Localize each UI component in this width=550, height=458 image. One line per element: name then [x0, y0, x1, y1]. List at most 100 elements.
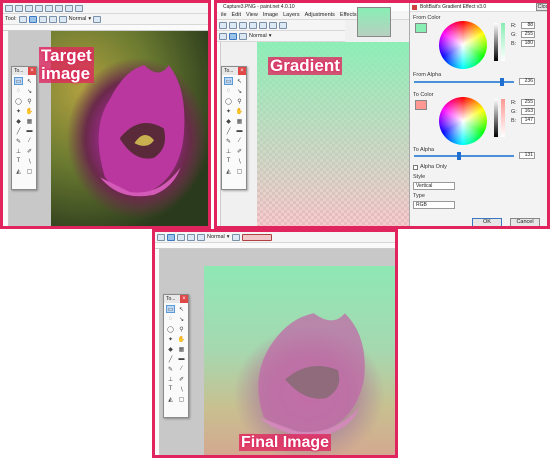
close-icon[interactable]: ×: [28, 67, 36, 75]
clone-stamp-icon[interactable]: ⊥: [14, 147, 23, 155]
eraser-icon[interactable]: ▬: [177, 355, 186, 363]
shapes-icon[interactable]: ◭: [14, 167, 23, 175]
rectangle-select-icon[interactable]: ▭: [224, 77, 233, 85]
clone-stamp-icon[interactable]: ⊥: [166, 375, 175, 383]
paste-icon[interactable]: [55, 4, 63, 12]
tools-window[interactable]: To... × ▭ ↖ ◌ ↘ ◯ ⚲ ✦ ✋ ◆ ▦ ╱ ▬ ✎ ⁄ ⊥ ✐ T…: [11, 66, 37, 190]
ellipse-select-icon[interactable]: ◯: [224, 97, 233, 105]
copy-icon[interactable]: [259, 21, 267, 29]
selection-subtract-icon[interactable]: [48, 15, 57, 23]
chevron-down-icon[interactable]: ▾: [88, 16, 91, 22]
gradient-icon[interactable]: ▦: [177, 345, 186, 353]
to-b-field[interactable]: 147: [521, 117, 535, 124]
recolor-icon[interactable]: ✐: [177, 375, 186, 383]
pan-icon[interactable]: ✋: [235, 107, 244, 115]
gradient-icon[interactable]: ▦: [235, 117, 244, 125]
close-icon[interactable]: ×: [180, 295, 188, 303]
from-b-field[interactable]: 180: [521, 40, 535, 47]
selection-mode-icon[interactable]: [167, 233, 175, 241]
blend-mode-select[interactable]: Normal: [249, 33, 267, 39]
zoom-icon[interactable]: ⚲: [25, 97, 34, 105]
redo-icon[interactable]: [75, 4, 83, 12]
from-alpha-field[interactable]: 236: [519, 78, 535, 85]
selection-add-icon[interactable]: [239, 32, 247, 40]
antialias-icon[interactable]: [197, 233, 205, 241]
cut-icon[interactable]: [249, 21, 257, 29]
move-icon[interactable]: ↖: [25, 77, 34, 85]
undo-icon[interactable]: [65, 4, 73, 12]
layer-thumb-icon[interactable]: [241, 233, 272, 241]
move-selection-icon[interactable]: ↘: [177, 315, 186, 323]
color-picker-icon[interactable]: ⁄: [235, 137, 244, 145]
menu-view[interactable]: View: [246, 12, 258, 18]
type-select[interactable]: RGB: [413, 201, 455, 209]
to-color-wheel[interactable]: [439, 97, 487, 145]
text-icon[interactable]: T: [224, 157, 233, 165]
image-thumbnail[interactable]: [357, 7, 391, 37]
shape-outline-icon[interactable]: ▢: [235, 167, 244, 175]
from-value-slider[interactable]: [494, 23, 498, 61]
magic-wand-icon[interactable]: ✦: [224, 107, 233, 115]
gradient-icon[interactable]: ▦: [25, 117, 34, 125]
from-color-swatch[interactable]: [415, 23, 427, 33]
text-icon[interactable]: T: [166, 385, 175, 393]
pan-icon[interactable]: ✋: [177, 335, 186, 343]
to-saturation-slider[interactable]: [501, 99, 505, 137]
to-g-field[interactable]: 163: [521, 108, 535, 115]
open-icon[interactable]: [219, 21, 227, 29]
tool-picker-icon[interactable]: [219, 32, 227, 40]
lasso-icon[interactable]: ◌: [14, 87, 23, 95]
selection-subtract-icon[interactable]: [187, 233, 195, 241]
cut-icon[interactable]: [35, 4, 43, 12]
to-alpha-thumb[interactable]: [457, 152, 461, 160]
shape-outline-icon[interactable]: ▢: [25, 167, 34, 175]
pencil-icon[interactable]: ✎: [166, 365, 175, 373]
line-curve-icon[interactable]: ∖: [177, 385, 186, 393]
eraser-icon[interactable]: ▬: [25, 127, 34, 135]
open-icon[interactable]: [5, 4, 13, 12]
pencil-icon[interactable]: ✎: [14, 137, 23, 145]
to-color-swatch[interactable]: [415, 100, 427, 110]
pencil-icon[interactable]: ✎: [224, 137, 233, 145]
selection-add-icon[interactable]: [38, 15, 47, 23]
paintbrush-icon[interactable]: ╱: [224, 127, 233, 135]
paste-icon[interactable]: [269, 21, 277, 29]
paintbrush-icon[interactable]: ╱: [166, 355, 175, 363]
menu-adjustments[interactable]: Adjustments: [305, 12, 335, 18]
selection-mode-icon[interactable]: [28, 15, 37, 23]
line-curve-icon[interactable]: ∖: [25, 157, 34, 165]
save-icon[interactable]: [15, 4, 23, 12]
alpha-icon[interactable]: [93, 15, 102, 23]
eraser-icon[interactable]: ▬: [235, 127, 244, 135]
antialias-icon[interactable]: [58, 15, 67, 23]
blend-mode-select[interactable]: Normal: [207, 234, 225, 240]
from-g-field[interactable]: 255: [521, 31, 535, 38]
chevron-down-icon[interactable]: ▾: [269, 33, 272, 39]
paint-bucket-icon[interactable]: ◆: [224, 117, 233, 125]
move-selection-icon[interactable]: ↘: [25, 87, 34, 95]
ok-button[interactable]: OK: [472, 218, 502, 226]
paintbrush-icon[interactable]: ╱: [14, 127, 23, 135]
line-curve-icon[interactable]: ∖: [235, 157, 244, 165]
rectangle-select-icon[interactable]: ▭: [166, 305, 175, 313]
zoom-icon[interactable]: ⚲: [235, 97, 244, 105]
selection-mode-icon[interactable]: [229, 32, 237, 40]
move-icon[interactable]: ↖: [235, 77, 244, 85]
zoom-icon[interactable]: ⚲: [177, 325, 186, 333]
paint-bucket-icon[interactable]: ◆: [166, 345, 175, 353]
menu-edit[interactable]: Edit: [232, 12, 241, 18]
print-icon[interactable]: [25, 4, 33, 12]
to-alpha-slider[interactable]: [414, 155, 514, 157]
tools-window[interactable]: To... × ▭ ↖ ◌ ↘ ◯ ⚲ ✦ ✋ ◆ ▦ ╱ ▬ ✎ ⁄ ⊥ ✐ T…: [221, 66, 247, 190]
text-icon[interactable]: T: [14, 157, 23, 165]
shape-outline-icon[interactable]: ▢: [177, 395, 186, 403]
to-alpha-field[interactable]: 131: [519, 152, 535, 159]
from-r-field[interactable]: 88: [521, 22, 535, 29]
blend-mode-select[interactable]: Normal: [69, 16, 87, 22]
color-picker-icon[interactable]: ⁄: [25, 137, 34, 145]
undo-icon[interactable]: [279, 21, 287, 29]
move-selection-icon[interactable]: ↘: [235, 87, 244, 95]
magic-wand-icon[interactable]: ✦: [166, 335, 175, 343]
magic-wand-icon[interactable]: ✦: [14, 107, 23, 115]
chevron-down-icon[interactable]: ▾: [227, 234, 230, 240]
